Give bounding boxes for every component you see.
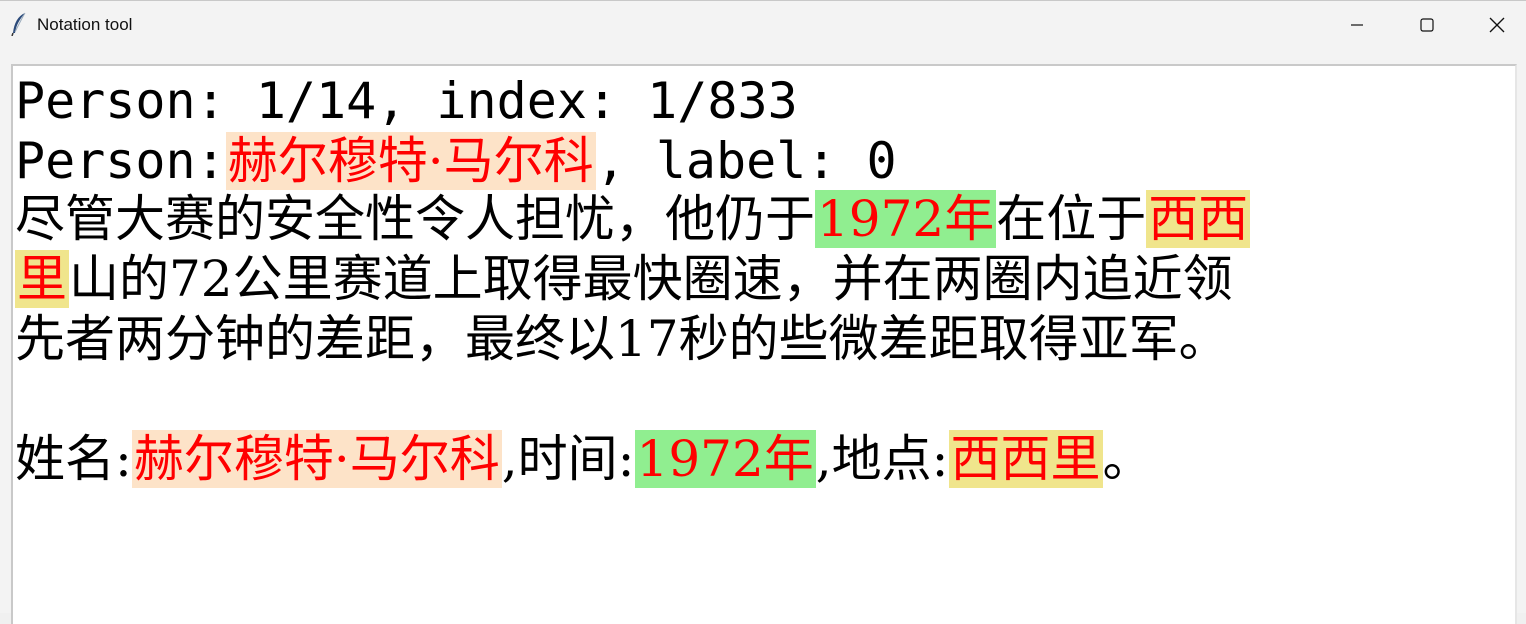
place-highlight-b[interactable]: 里 [15, 250, 69, 308]
summary-place-highlight[interactable]: 西西里 [948, 430, 1103, 488]
close-button[interactable] [1462, 1, 1526, 49]
maximize-button[interactable] [1392, 1, 1462, 49]
sentence-part-2: 在位于 [996, 190, 1147, 248]
sentence-part-3: 山的72公里赛道上取得最快圈速，并在两圈内追近领 [69, 250, 1233, 308]
summary-end: 。 [1102, 430, 1153, 488]
app-window: Notation tool Person: 1/14, index: 1/833… [0, 0, 1526, 624]
summary-name-highlight[interactable]: 赫尔穆特·马尔科 [131, 430, 502, 488]
place-label: ,地点: [815, 430, 949, 488]
title-bar[interactable]: Notation tool [0, 1, 1526, 49]
person-highlight[interactable]: 赫尔穆特·马尔科 [225, 132, 596, 190]
sentence-line-1: 尽管大赛的安全性令人担忧，他仍于1972年在位于西西 [15, 189, 1251, 249]
annotation-text-area[interactable]: Person: 1/14, index: 1/833 Person:赫尔穆特·马… [11, 64, 1517, 624]
progress-line: Person: 1/14, index: 1/833 [15, 72, 798, 130]
place-highlight-a[interactable]: 西西 [1146, 190, 1251, 248]
window-title: Notation tool [37, 15, 133, 34]
person-prefix: Person: [15, 132, 226, 190]
minimize-icon [1350, 18, 1364, 32]
time-label: ,时间: [501, 430, 635, 488]
summary-time-highlight[interactable]: 1972年 [634, 430, 816, 488]
time-highlight[interactable]: 1972年 [815, 190, 997, 248]
sentence-line-2: 里山的72公里赛道上取得最快圈速，并在两圈内追近领 [15, 249, 1233, 309]
feather-icon [10, 12, 28, 37]
person-label-line: Person:赫尔穆特·马尔科, label: 0 [15, 131, 897, 191]
name-label: 姓名: [15, 430, 132, 488]
maximize-icon [1420, 18, 1434, 32]
minimize-button[interactable] [1322, 1, 1392, 49]
label-suffix: , label: 0 [595, 132, 897, 190]
summary-line: 姓名:赫尔穆特·马尔科,时间:1972年,地点:西西里。 [15, 429, 1153, 489]
sentence-part-1: 尽管大赛的安全性令人担忧，他仍于 [15, 190, 815, 248]
sentence-line-3: 先者两分钟的差距，最终以17秒的些微差距取得亚军。 [15, 310, 1229, 368]
close-icon [1489, 17, 1505, 33]
